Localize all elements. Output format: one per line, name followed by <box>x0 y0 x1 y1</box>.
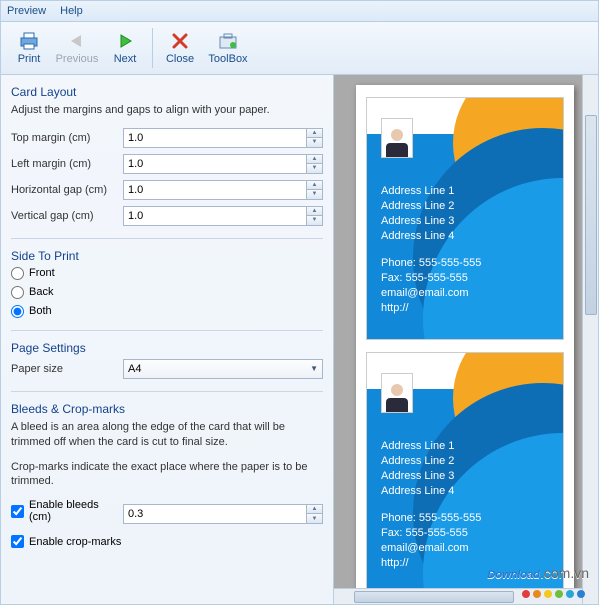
bleeds-title: Bleeds & Crop-marks <box>11 402 323 416</box>
hgap-label: Horizontal gap (cm) <box>11 184 123 196</box>
avatar <box>381 118 413 158</box>
card-layout-desc: Adjust the margins and gaps to align wit… <box>11 103 323 118</box>
radio-front[interactable] <box>11 267 24 280</box>
enable-bleeds-label: Enable bleeds (cm) <box>29 499 123 523</box>
enable-crop-check[interactable] <box>11 535 24 548</box>
watermark: Download.com.vn <box>487 562 589 584</box>
preview-page: Address Line 1Address Line 2Address Line… <box>356 85 574 605</box>
side-to-print-title: Side To Print <box>11 249 323 263</box>
bleeds-desc2: Crop-marks indicate the exact place wher… <box>11 460 323 490</box>
avatar <box>381 373 413 413</box>
enable-bleeds-check[interactable] <box>11 505 24 518</box>
bleeds-input[interactable] <box>124 505 306 523</box>
hgap-input[interactable] <box>124 181 306 199</box>
radio-back[interactable] <box>11 286 24 299</box>
print-button[interactable]: Print <box>5 24 53 72</box>
scrollbar-thumb[interactable] <box>354 591 514 603</box>
paper-size-label: Paper size <box>11 363 123 375</box>
card-contact: Phone: 555-555-555Fax: 555-555-555email@… <box>381 256 481 315</box>
toolbox-button[interactable]: ToolBox <box>204 24 252 72</box>
top-margin-label: Top margin (cm) <box>11 132 123 144</box>
card-preview: Address Line 1Address Line 2Address Line… <box>366 97 564 340</box>
toolbar: Print Previous Next Close ToolBox <box>0 22 599 75</box>
left-margin-input[interactable] <box>124 155 306 173</box>
card-preview: Address Line 1Address Line 2Address Line… <box>366 352 564 595</box>
enable-crop-label: Enable crop-marks <box>29 536 121 548</box>
top-margin-spinner[interactable]: ▲▼ <box>123 128 323 148</box>
menu-bar: Preview Help <box>0 0 599 22</box>
next-button[interactable]: Next <box>101 24 149 72</box>
paper-size-combo[interactable]: A4▼ <box>123 359 323 379</box>
menu-help[interactable]: Help <box>60 5 83 17</box>
card-address: Address Line 1Address Line 2Address Line… <box>381 439 454 498</box>
settings-panel: Card Layout Adjust the margins and gaps … <box>0 75 334 605</box>
vgap-label: Vertical gap (cm) <box>11 210 123 222</box>
printer-icon <box>17 31 41 51</box>
close-button[interactable]: Close <box>156 24 204 72</box>
toolbar-separator <box>152 28 153 68</box>
vertical-scrollbar[interactable] <box>582 75 598 604</box>
radio-front-label: Front <box>29 267 55 279</box>
bleeds-desc1: A bleed is an area along the edge of the… <box>11 420 323 450</box>
vgap-input[interactable] <box>124 207 306 225</box>
bleeds-spinner[interactable]: ▲▼ <box>123 504 323 524</box>
toolbox-icon <box>216 31 240 51</box>
radio-both[interactable] <box>11 305 24 318</box>
card-contact: Phone: 555-555-555Fax: 555-555-555email@… <box>381 511 481 570</box>
close-icon <box>168 31 192 51</box>
scrollbar-thumb[interactable] <box>585 115 597 315</box>
left-margin-label: Left margin (cm) <box>11 158 123 170</box>
spin-arrows[interactable]: ▲▼ <box>306 129 322 147</box>
page-settings-title: Page Settings <box>11 341 323 355</box>
arrow-left-icon <box>65 31 89 51</box>
hgap-spinner[interactable]: ▲▼ <box>123 180 323 200</box>
radio-both-label: Both <box>29 305 52 317</box>
card-layout-title: Card Layout <box>11 85 323 99</box>
chevron-down-icon: ▼ <box>310 364 318 373</box>
left-margin-spinner[interactable]: ▲▼ <box>123 154 323 174</box>
card-address: Address Line 1Address Line 2Address Line… <box>381 184 454 243</box>
menu-preview[interactable]: Preview <box>7 5 46 17</box>
vgap-spinner[interactable]: ▲▼ <box>123 206 323 226</box>
radio-back-label: Back <box>29 286 53 298</box>
watermark-dots <box>522 590 585 598</box>
previous-button: Previous <box>53 24 101 72</box>
top-margin-input[interactable] <box>124 129 306 147</box>
arrow-right-icon <box>113 31 137 51</box>
preview-pane: Address Line 1Address Line 2Address Line… <box>334 75 599 605</box>
